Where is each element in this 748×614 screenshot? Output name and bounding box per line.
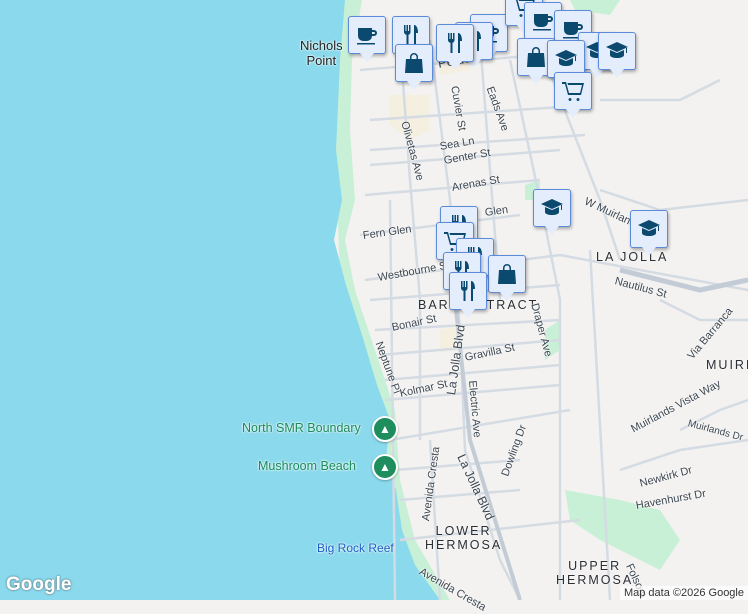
poi-big-rock-reef[interactable]: Big Rock Reef <box>317 541 394 555</box>
area-label-upper-hermosa: UPPER HERMOSA <box>556 559 634 587</box>
school-marker-icon[interactable] <box>598 32 636 78</box>
area-label-lower-hermosa: LOWER HERMOSA <box>425 524 503 552</box>
school-marker-icon[interactable] <box>533 189 571 235</box>
area-label-muirlands: MUIRL <box>706 358 748 372</box>
restaurant-marker-icon[interactable] <box>449 272 487 318</box>
area-label-la-jolla: LA JOLLA <box>596 250 669 264</box>
poi-north-smr-boundary[interactable]: North SMR Boundary <box>242 421 361 435</box>
shopping-marker-icon[interactable] <box>488 255 526 301</box>
restaurant-marker-icon[interactable] <box>436 24 474 70</box>
coffee-marker-icon[interactable] <box>348 16 386 62</box>
grocery-marker-icon[interactable] <box>554 72 592 118</box>
google-logo: Google <box>6 574 72 595</box>
poi-mushroom-beach[interactable]: Mushroom Beach <box>258 459 356 473</box>
map-attribution[interactable]: Map data ©2026 Google <box>619 586 748 600</box>
school-marker-icon[interactable] <box>630 210 668 256</box>
area-label-nichols-point: Nichols Point <box>300 38 343 68</box>
park-pin-icon[interactable]: ▲ <box>372 416 398 442</box>
shopping-marker-icon[interactable] <box>395 44 433 90</box>
park-pin-icon[interactable]: ▲ <box>372 454 398 480</box>
